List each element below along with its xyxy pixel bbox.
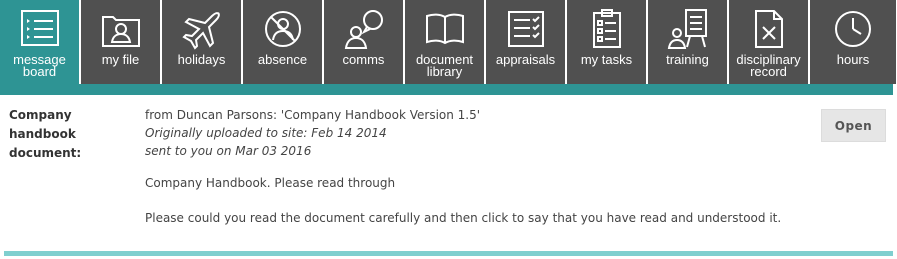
nav-message-board[interactable]: message board xyxy=(0,0,79,84)
presenter-icon xyxy=(666,7,710,51)
chat-person-icon xyxy=(342,7,386,51)
nav-label: training xyxy=(666,52,709,67)
nav-holidays[interactable]: holidays xyxy=(162,0,241,84)
nav-label: holidays xyxy=(177,52,226,67)
nav-label: hours xyxy=(836,52,870,67)
nav-label: comms xyxy=(342,52,385,67)
nav-comms[interactable]: comms xyxy=(324,0,403,84)
clipboard-icon xyxy=(585,7,629,51)
nav-disciplinary-record[interactable]: disciplinary record xyxy=(729,0,808,84)
nav-appraisals[interactable]: appraisals xyxy=(486,0,565,84)
uploaded-line: Originally uploaded to site: Feb 14 2014 xyxy=(145,126,387,140)
nav-absence[interactable]: absence xyxy=(243,0,322,84)
message-divider xyxy=(4,251,893,256)
nav-label: appraisals xyxy=(495,52,556,67)
nav-training[interactable]: training xyxy=(648,0,727,84)
main-nav-toolbar: message board my file holidays absence c… xyxy=(0,0,897,84)
nav-label: my file xyxy=(101,52,140,67)
active-section-bar xyxy=(0,84,893,95)
nav-document-library[interactable]: document library xyxy=(405,0,484,84)
nav-hours[interactable]: hours xyxy=(810,0,896,84)
nav-my-tasks[interactable]: my tasks xyxy=(567,0,646,84)
no-person-icon xyxy=(261,7,305,51)
nav-label: my tasks xyxy=(580,52,633,67)
nav-label: disciplinary record xyxy=(736,52,801,79)
user-folder-icon xyxy=(99,7,143,51)
nav-label: message board xyxy=(13,52,66,79)
from-line: from Duncan Parsons: 'Company Handbook V… xyxy=(145,108,481,122)
subject-line: Company Handbook. Please read through xyxy=(145,176,396,190)
body-line: Please could you read the document caref… xyxy=(145,211,782,225)
clock-icon xyxy=(831,7,875,51)
message-label: Company handbook document: xyxy=(9,108,82,160)
open-button[interactable]: Open xyxy=(821,109,886,142)
open-book-icon xyxy=(423,7,467,51)
nav-label: absence xyxy=(257,52,308,67)
sent-line: sent to you on Mar 03 2016 xyxy=(145,144,312,158)
airplane-icon xyxy=(180,7,224,51)
list-icon xyxy=(18,7,62,51)
x-document-icon xyxy=(747,7,791,51)
checklist-icon xyxy=(504,7,548,51)
nav-label: document library xyxy=(415,52,474,79)
nav-my-file[interactable]: my file xyxy=(81,0,160,84)
